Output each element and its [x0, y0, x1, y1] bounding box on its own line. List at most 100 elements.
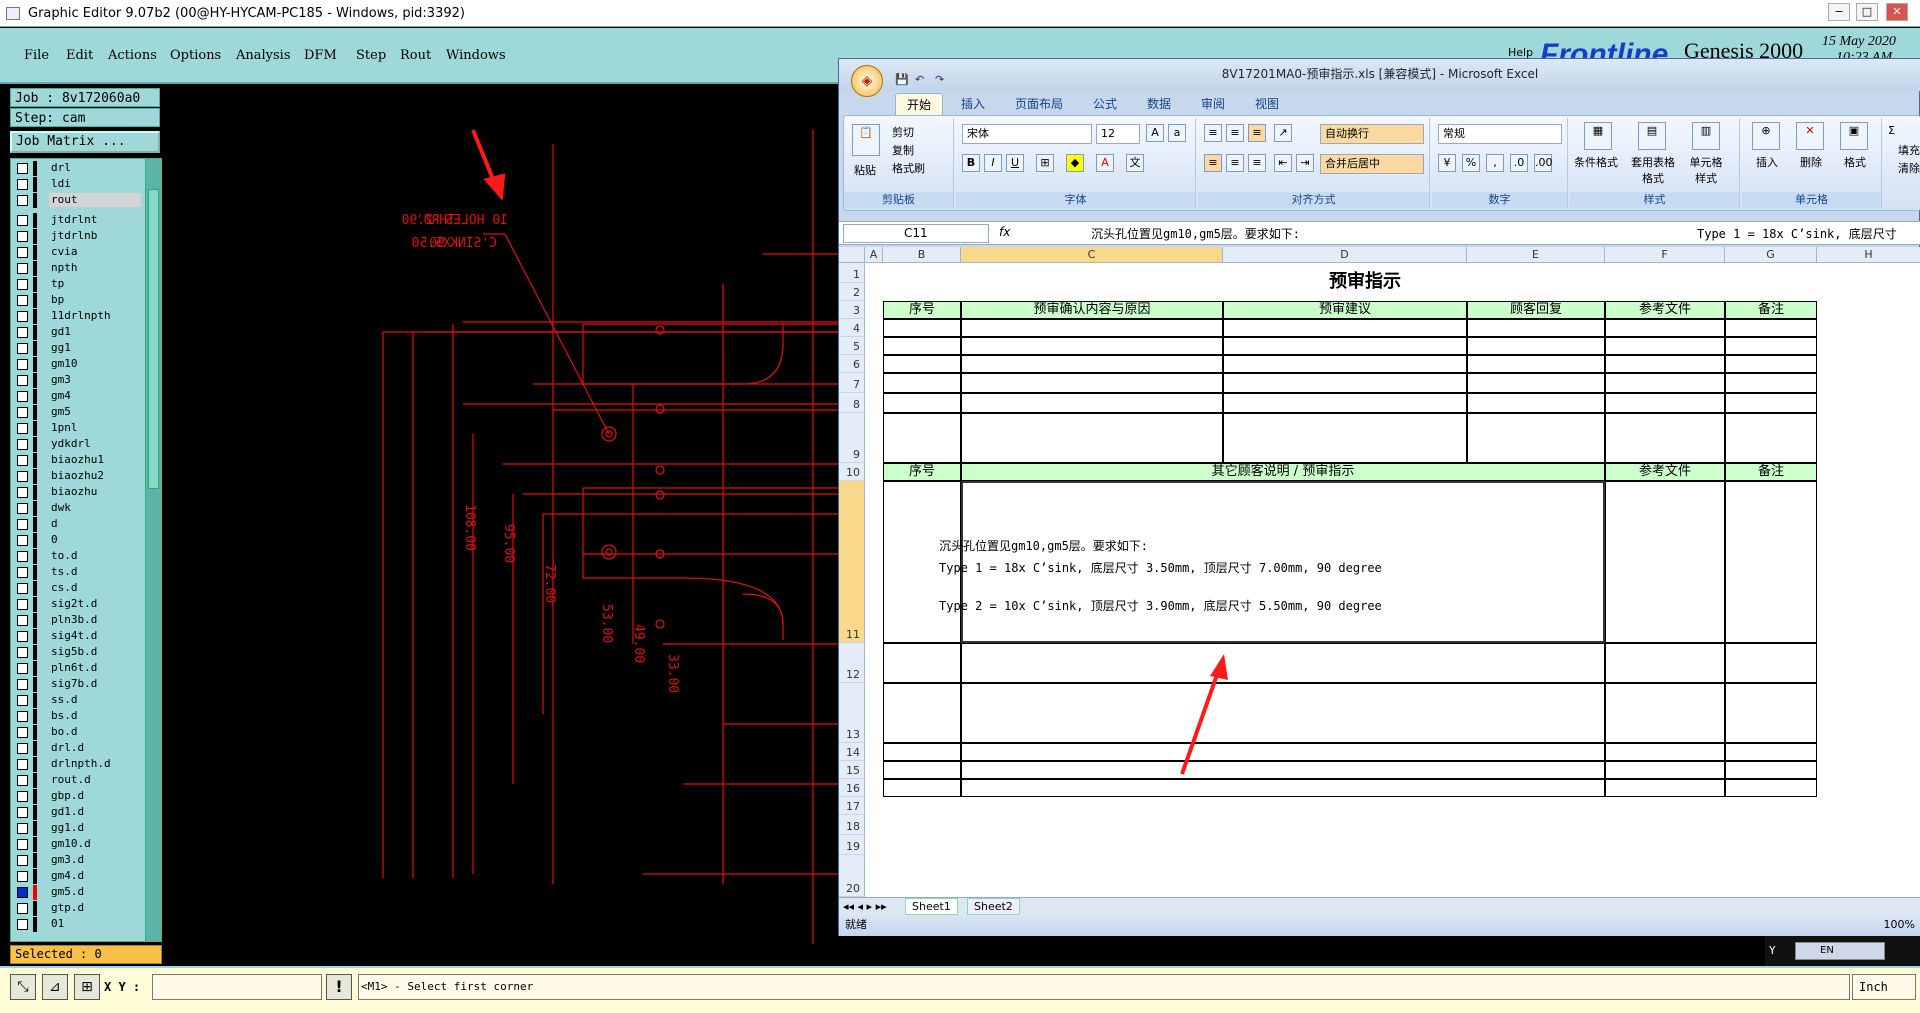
- maximize-button[interactable]: □: [1856, 3, 1878, 21]
- table-cell[interactable]: [1223, 355, 1467, 373]
- cut-button[interactable]: 剪切: [892, 124, 914, 140]
- currency-icon[interactable]: ¥: [1438, 154, 1456, 172]
- layer-row[interactable]: cs.d: [11, 581, 147, 596]
- shrink-font-icon[interactable]: a: [1168, 124, 1186, 142]
- layer-checkbox[interactable]: [17, 711, 28, 722]
- table-cell[interactable]: [1605, 373, 1725, 393]
- layer-row[interactable]: drlnpth.d: [11, 757, 147, 772]
- sheet-tab[interactable]: Sheet1: [905, 898, 958, 915]
- table-cell[interactable]: [883, 643, 961, 683]
- layer-checkbox[interactable]: [17, 903, 28, 914]
- column-header[interactable]: G: [1725, 247, 1817, 263]
- ribbon-tab[interactable]: 公式: [1081, 93, 1129, 115]
- layer-checkbox[interactable]: [17, 407, 28, 418]
- zoom-area-icon[interactable]: ⤡: [10, 974, 36, 1000]
- row-header[interactable]: 10: [839, 463, 865, 481]
- column-header[interactable]: A: [865, 247, 883, 263]
- layer-row[interactable]: sig2t.d: [11, 597, 147, 612]
- job-matrix-button[interactable]: Job Matrix ...: [10, 131, 160, 153]
- wrap-text-button[interactable]: 自动换行: [1320, 124, 1424, 144]
- layer-checkbox[interactable]: [17, 375, 28, 386]
- layer-row[interactable]: gm4: [11, 389, 147, 404]
- copy-button[interactable]: 复制: [892, 142, 914, 158]
- number-format-select[interactable]: 常规: [1438, 124, 1562, 144]
- comma-icon[interactable]: ,: [1486, 154, 1504, 172]
- layer-row[interactable]: biaozhu2: [11, 469, 147, 484]
- layer-checkbox[interactable]: [17, 727, 28, 738]
- layer-row[interactable]: gd1.d: [11, 805, 147, 820]
- minimize-button[interactable]: −: [1828, 3, 1850, 21]
- fx-icon[interactable]: fx: [999, 225, 1010, 239]
- table-cell[interactable]: [1467, 355, 1605, 373]
- layer-row[interactable]: gd1: [11, 325, 147, 340]
- layer-checkbox[interactable]: [17, 791, 28, 802]
- layer-row[interactable]: pln3b.d: [11, 613, 147, 628]
- menu-file[interactable]: File: [24, 48, 49, 63]
- layer-row[interactable]: gm10: [11, 357, 147, 372]
- row-header[interactable]: 9: [839, 413, 865, 463]
- table-cell[interactable]: [1467, 337, 1605, 355]
- layer-checkbox[interactable]: [17, 599, 28, 610]
- layer-row[interactable]: ydkdrl: [11, 437, 147, 452]
- layer-checkbox[interactable]: [17, 503, 28, 514]
- xy-input[interactable]: [152, 974, 322, 1000]
- layer-checkbox[interactable]: [17, 871, 28, 882]
- table-cell[interactable]: [961, 319, 1223, 337]
- font-size-select[interactable]: 12: [1096, 124, 1140, 144]
- layer-row[interactable]: gm3.d: [11, 853, 147, 868]
- row-header[interactable]: 1: [839, 263, 865, 283]
- cell-styles-button[interactable]: 单元格样式: [1686, 154, 1726, 186]
- table-cell[interactable]: [883, 373, 961, 393]
- row-header[interactable]: 12: [839, 643, 865, 683]
- layer-checkbox[interactable]: [17, 263, 28, 274]
- graphics-canvas[interactable]: 10 HOLES 2.90 THRO' C'SINK 5.50 X 90 108…: [163, 84, 842, 964]
- align-middle-icon[interactable]: ≡: [1226, 124, 1244, 142]
- scroll-thumb[interactable]: [148, 189, 159, 489]
- layer-checkbox[interactable]: [17, 343, 28, 354]
- table-cell[interactable]: [1605, 355, 1725, 373]
- layer-checkbox[interactable]: [17, 359, 28, 370]
- ribbon-tab[interactable]: 视图: [1243, 93, 1291, 115]
- layer-row[interactable]: d: [11, 517, 147, 532]
- table-cell[interactable]: [961, 355, 1223, 373]
- office-button[interactable]: ◈: [851, 65, 883, 97]
- ribbon-tab[interactable]: 插入: [949, 93, 997, 115]
- table-cell[interactable]: [883, 683, 961, 743]
- layer-checkbox[interactable]: [17, 663, 28, 674]
- layer-checkbox[interactable]: [17, 839, 28, 850]
- delete-cells-icon[interactable]: ✕: [1796, 122, 1824, 150]
- fill-color-icon[interactable]: ◆: [1066, 154, 1084, 172]
- grow-font-icon[interactable]: A: [1146, 124, 1164, 142]
- layer-row[interactable]: 11drlnpth: [11, 309, 147, 324]
- menu-rout[interactable]: Rout: [400, 48, 431, 63]
- format-painter-button[interactable]: 格式刷: [892, 160, 925, 176]
- column-header[interactable]: E: [1467, 247, 1605, 263]
- paste-icon[interactable]: 📋: [852, 124, 880, 156]
- table-cell[interactable]: [1725, 413, 1817, 463]
- table-cell[interactable]: [961, 393, 1223, 413]
- layer-row[interactable]: sig4t.d: [11, 629, 147, 644]
- layer-row[interactable]: dwk: [11, 501, 147, 516]
- layer-row[interactable]: biaozhu1: [11, 453, 147, 468]
- layer-checkbox[interactable]: [17, 807, 28, 818]
- align-right-icon[interactable]: ≡: [1248, 154, 1266, 172]
- layer-row[interactable]: gm10.d: [11, 837, 147, 852]
- layer-checkbox[interactable]: [17, 279, 28, 290]
- layer-row[interactable]: 01: [11, 917, 147, 932]
- table-cell[interactable]: [883, 413, 961, 463]
- layer-checkbox[interactable]: [17, 775, 28, 786]
- row-header[interactable]: 14: [839, 743, 865, 761]
- layer-checkbox[interactable]: [17, 615, 28, 626]
- paste-label[interactable]: 粘贴: [854, 162, 876, 178]
- layer-checkbox[interactable]: [17, 391, 28, 402]
- layer-row[interactable]: ss.d: [11, 693, 147, 708]
- layer-row[interactable]: rout: [11, 193, 147, 208]
- table-cell[interactable]: [1725, 319, 1817, 337]
- table-cell[interactable]: [1223, 393, 1467, 413]
- ribbon-tab[interactable]: 数据: [1135, 93, 1183, 115]
- table-cell[interactable]: [1605, 393, 1725, 413]
- row-header[interactable]: 5: [839, 337, 865, 355]
- layer-row[interactable]: rout.d: [11, 773, 147, 788]
- table-cell[interactable]: [883, 779, 961, 797]
- column-header[interactable]: B: [883, 247, 961, 263]
